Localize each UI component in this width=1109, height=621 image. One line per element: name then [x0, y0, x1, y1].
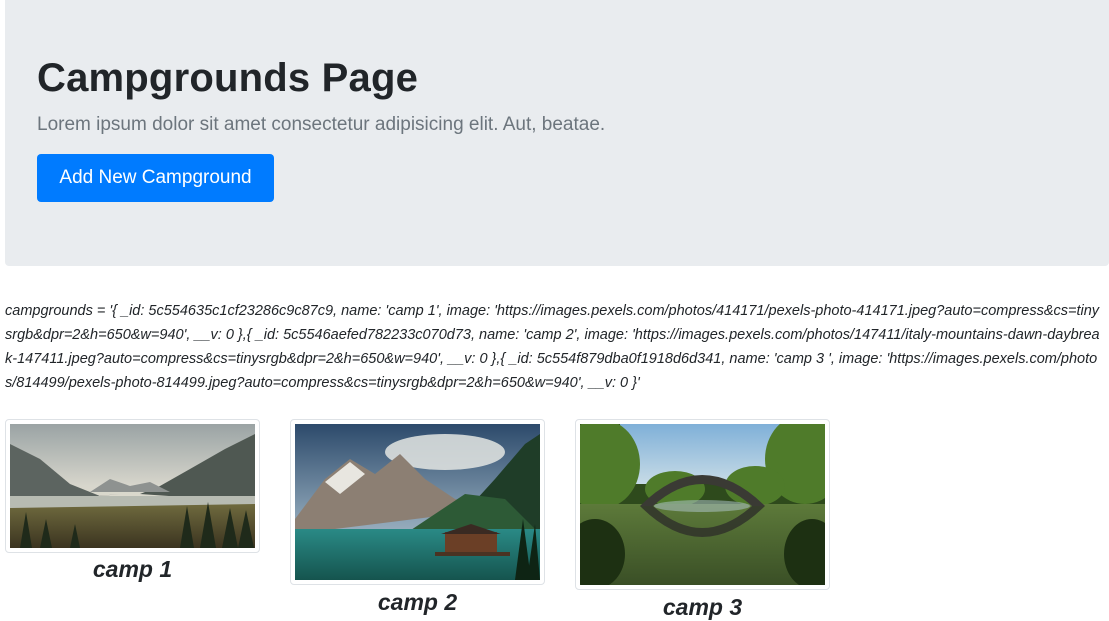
- campgrounds-debug-output: campgrounds = '{ _id: 5c554635c1cf23286c…: [5, 303, 1100, 391]
- mountain-lake-valley-photo[interactable]: [10, 424, 255, 548]
- jumbotron-header: Campgrounds Page Lorem ipsum dolor sit a…: [5, 0, 1109, 266]
- campground-card-3[interactable]: [575, 419, 830, 590]
- campground-name-3: camp 3: [662, 594, 743, 620]
- campground-name-1: camp 1: [92, 556, 173, 582]
- campground-name-2: camp 2: [377, 589, 458, 615]
- alpine-lake-boathouse-photo[interactable]: [295, 424, 540, 580]
- page-lead-text: Lorem ipsum dolor sit amet consectetur a…: [37, 114, 606, 135]
- campground-card-1[interactable]: [5, 419, 260, 553]
- add-new-campground-button[interactable]: Add New Campground: [37, 154, 274, 202]
- page-title: Campgrounds Page: [37, 56, 419, 100]
- campground-card-2[interactable]: [290, 419, 545, 585]
- stone-arch-bridge-reflection-photo[interactable]: [580, 424, 825, 585]
